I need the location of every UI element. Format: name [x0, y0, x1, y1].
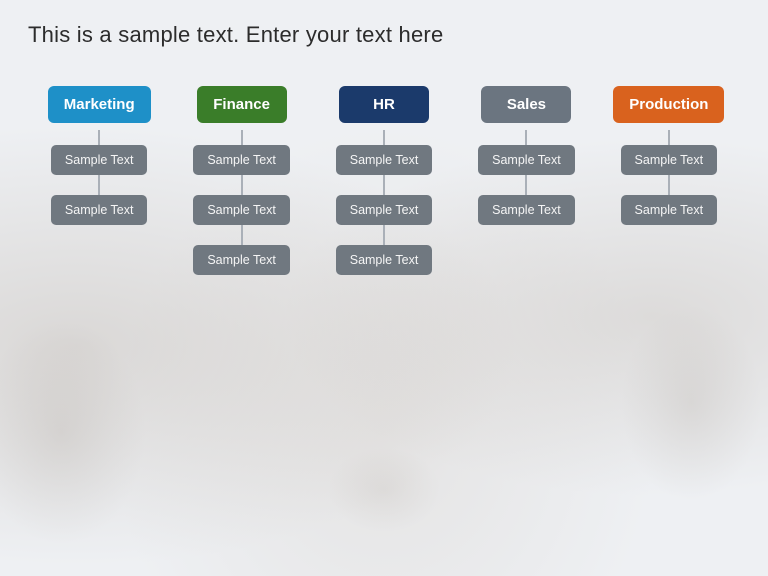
list-item[interactable]: Sample Text — [621, 145, 718, 175]
column-marketing: Marketing Sample Text Sample Text — [28, 86, 170, 225]
list-item[interactable]: Sample Text — [336, 145, 433, 175]
org-chart: Marketing Sample Text Sample Text Finance Sa… — [28, 76, 740, 275]
dept-header-sales[interactable]: Sales — [481, 86, 571, 123]
items-list-sales: Sample Text Sample Text — [455, 145, 597, 225]
list-item[interactable]: Sample Text — [336, 245, 433, 275]
items-list-finance: Sample Text Sample Text Sample Text — [170, 145, 312, 275]
list-item[interactable]: Sample Text — [478, 145, 575, 175]
column-hr: HR Sample Text Sample Text Sample Text — [313, 86, 455, 275]
list-item[interactable]: Sample Text — [336, 195, 433, 225]
list-item[interactable]: Sample Text — [193, 245, 290, 275]
list-item[interactable]: Sample Text — [193, 145, 290, 175]
column-sales: Sales Sample Text Sample Text — [455, 86, 597, 225]
dept-header-finance[interactable]: Finance — [197, 86, 287, 123]
list-item[interactable]: Sample Text — [621, 195, 718, 225]
dept-header-marketing[interactable]: Marketing — [48, 86, 151, 123]
dept-header-production[interactable]: Production — [613, 86, 724, 123]
page-title: This is a sample text. Enter your text h… — [28, 22, 740, 48]
items-list-marketing: Sample Text Sample Text — [28, 145, 170, 225]
main-content: This is a sample text. Enter your text h… — [0, 0, 768, 576]
items-list-hr: Sample Text Sample Text Sample Text — [313, 145, 455, 275]
column-finance: Finance Sample Text Sample Text Sample Text — [170, 86, 312, 275]
column-production: Production Sample Text Sample Text — [598, 86, 740, 225]
items-list-production: Sample Text Sample Text — [598, 145, 740, 225]
list-item[interactable]: Sample Text — [478, 195, 575, 225]
list-item[interactable]: Sample Text — [193, 195, 290, 225]
list-item[interactable]: Sample Text — [51, 195, 148, 225]
dept-header-hr[interactable]: HR — [339, 86, 429, 123]
list-item[interactable]: Sample Text — [51, 145, 148, 175]
